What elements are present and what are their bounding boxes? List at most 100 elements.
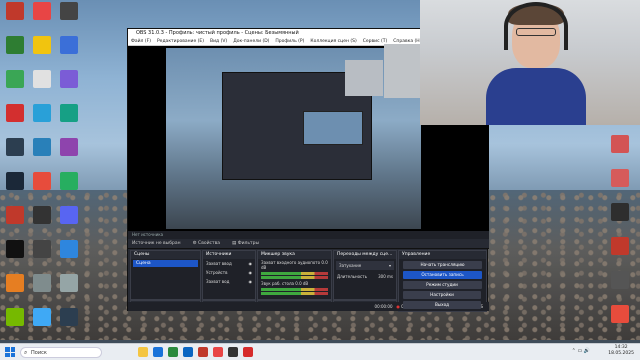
desktop-shortcut-icon[interactable] (59, 308, 79, 327)
desktop-shortcut-icon[interactable] (32, 172, 52, 191)
volume-meter (261, 292, 328, 295)
desktop-shortcut-icon[interactable] (5, 104, 25, 123)
desktop-shortcut-icon[interactable] (32, 36, 52, 55)
desktop-shortcut-icon[interactable] (32, 2, 52, 21)
mixer-title: Микшер звука (258, 251, 331, 259)
source-item[interactable]: Захват ввод ◉ (203, 259, 255, 268)
app-icon (611, 169, 629, 187)
exit-button[interactable]: Выход (403, 301, 481, 309)
desktop-shortcut-icon[interactable] (5, 240, 25, 259)
clock[interactable]: 14:32 18.05.2025 (608, 345, 634, 357)
desktop-shortcut-icon[interactable] (610, 135, 630, 154)
source-status: Нет источника (128, 231, 489, 239)
scene-item[interactable]: Сцена (133, 260, 198, 267)
eye-icon[interactable]: ◉ (249, 279, 253, 284)
stop-recording-button[interactable]: Остановить запись (403, 271, 482, 279)
windows-start-icon[interactable] (5, 347, 15, 357)
desktop-shortcut-icon[interactable] (32, 104, 52, 123)
taskbar-app-icon[interactable] (243, 347, 253, 357)
eye-icon[interactable]: ◉ (249, 261, 253, 266)
app-icon (611, 203, 629, 221)
search-box[interactable]: ⌕ Поиск (20, 346, 102, 358)
taskbar-app-icon[interactable] (168, 347, 178, 357)
transition-select[interactable]: Затухание ▾ (336, 261, 394, 270)
desktop-shortcut-icon[interactable] (59, 2, 79, 21)
desktop-shortcut-icon[interactable] (5, 308, 25, 327)
desktop-shortcut-icon[interactable] (59, 70, 79, 89)
no-source-label: Источник не выбран (132, 241, 181, 246)
app-icon (60, 104, 78, 122)
desktop-shortcut-icon[interactable] (32, 206, 52, 225)
desktop-shortcut-icon[interactable] (59, 104, 79, 123)
desktop-shortcut-icon[interactable] (5, 70, 25, 89)
desktop-shortcut-icon[interactable] (5, 274, 25, 293)
headset-icon (504, 2, 568, 50)
source-item[interactable]: Захват вод ◉ (203, 277, 255, 286)
desktop-shortcut-icon[interactable] (610, 203, 630, 222)
app-icon (6, 172, 24, 190)
settings-button[interactable]: Настройки (403, 291, 481, 299)
desktop-shortcut-icon[interactable] (610, 237, 630, 256)
desktop-shortcut-icon[interactable] (59, 138, 79, 157)
taskbar-app-icon[interactable] (183, 347, 193, 357)
desktop-shortcut-icon[interactable] (5, 138, 25, 157)
desktop-shortcut-icon[interactable] (5, 2, 25, 21)
desktop-shortcut-icon[interactable] (32, 308, 52, 327)
desktop-shortcut-icon[interactable] (610, 305, 630, 324)
desktop-shortcut-icon[interactable] (32, 138, 52, 157)
desktop-shortcut-icon[interactable] (59, 274, 79, 293)
search-icon: ⌕ (24, 348, 28, 356)
menu-item[interactable]: Док-панели (D) (233, 38, 269, 45)
audio-mixer-dock: Микшер звука Захват входного аудиопото 0… (257, 250, 332, 300)
app-icon (6, 2, 24, 20)
desktop-shortcut-icon[interactable] (59, 172, 79, 191)
filters-button[interactable]: ▤ Фильтры (232, 239, 259, 248)
nested-preview (303, 111, 363, 145)
menu-item[interactable]: Редактирование (E) (157, 38, 204, 45)
app-icon (33, 240, 51, 258)
menu-item[interactable]: Коллекция сцен (S) (310, 38, 356, 45)
scenes-title: Сцены (131, 251, 200, 259)
app-icon (33, 36, 51, 54)
app-icon (611, 305, 629, 323)
app-icon (60, 2, 78, 20)
app-icon (6, 104, 24, 122)
desktop-shortcut-icon[interactable] (5, 36, 25, 55)
taskbar: ⌕ Поиск ⌃ ▭ 🔊 14:32 18.05.2025 (0, 343, 640, 360)
taskbar-app-icon[interactable] (198, 347, 208, 357)
app-icon (60, 70, 78, 88)
nested-webcam (345, 60, 383, 96)
chevron-down-icon: ▾ (388, 263, 391, 268)
desktop-shortcut-icon[interactable] (59, 206, 79, 225)
taskbar-app-icon[interactable] (138, 347, 148, 357)
tray-icons[interactable]: ⌃ ▭ 🔊 (572, 348, 590, 354)
eye-icon[interactable]: ◉ (249, 270, 253, 275)
app-icon (6, 308, 24, 326)
duration-row[interactable]: Длительность 300 ms (334, 272, 396, 281)
person-shirt (486, 68, 586, 125)
desktop-shortcut-icon[interactable] (5, 206, 25, 225)
taskbar-app-icon[interactable] (228, 347, 238, 357)
menu-item[interactable]: Профиль (P) (275, 38, 304, 45)
start-streaming-button[interactable]: Начать трансляцию (403, 261, 482, 269)
desktop-shortcut-icon[interactable] (5, 172, 25, 191)
app-icon (60, 172, 78, 190)
desktop-shortcut-icon[interactable] (59, 240, 79, 259)
desktop-shortcut-icon[interactable] (610, 271, 630, 290)
menu-item[interactable]: Файл (F) (131, 38, 151, 45)
properties-button[interactable]: ⚙ Свойства (193, 239, 220, 248)
studio-mode-button[interactable]: Режим студии (403, 281, 481, 289)
desktop-shortcut-icon[interactable] (59, 36, 79, 55)
app-icon (6, 206, 24, 224)
menu-item[interactable]: Вид (V) (210, 38, 227, 45)
desktop-shortcut-icon[interactable] (32, 274, 52, 293)
app-icon (6, 70, 24, 88)
taskbar-app-icon[interactable] (153, 347, 163, 357)
app-icon (60, 138, 78, 156)
desktop-shortcut-icon[interactable] (32, 70, 52, 89)
app-icon (33, 274, 51, 292)
desktop-shortcut-icon[interactable] (610, 169, 630, 188)
taskbar-app-icon[interactable] (213, 347, 223, 357)
desktop-shortcut-icon[interactable] (32, 240, 52, 259)
source-item[interactable]: Устройств ◉ (203, 268, 255, 277)
